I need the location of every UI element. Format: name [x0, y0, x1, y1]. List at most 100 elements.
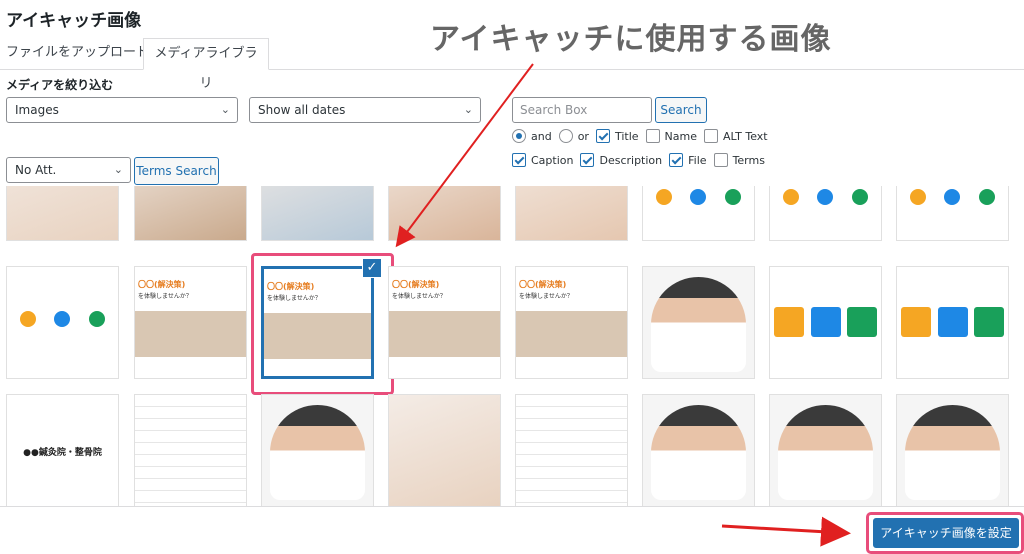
radio-and[interactable]: [512, 129, 526, 143]
circle-icon: [783, 189, 800, 205]
green-block: [847, 307, 877, 337]
clinic-name-thumbnail: ●●鍼灸院・整骨院: [23, 448, 102, 458]
search-options-row-2: Caption Description File Terms: [512, 153, 772, 167]
circle-icon: [817, 189, 834, 205]
media-thumbnail[interactable]: [6, 266, 119, 379]
banner-title: 〇〇(解決策): [392, 280, 440, 289]
circle-icon: [656, 189, 673, 205]
media-thumbnail[interactable]: [896, 186, 1009, 241]
checkbox-description[interactable]: [580, 153, 595, 167]
photo-thumbnail: [262, 186, 373, 240]
portrait-figure: [651, 405, 746, 500]
banner-photo: [389, 311, 500, 357]
date-value: Show all dates: [258, 103, 346, 117]
checkbox-file[interactable]: [669, 153, 684, 167]
media-thumbnail[interactable]: [261, 186, 374, 241]
option-label: Name: [664, 129, 697, 143]
media-thumbnail[interactable]: [642, 394, 755, 506]
media-grid: 〇〇(解決策) を体験しませんか？ 〇〇(解決策) を体験しませんか？ ✓ 〇〇(解決策)…: [6, 186, 1024, 506]
icon-set-thumbnail: [774, 189, 877, 205]
media-thumbnail[interactable]: [261, 394, 374, 506]
chart-thumbnail: [135, 395, 246, 506]
option-label: ALT Text: [723, 129, 768, 143]
media-thumbnail[interactable]: 〇〇(解決策) を体験しませんか？: [388, 266, 501, 379]
circle-icon: [54, 311, 71, 327]
checkbox-terms[interactable]: [713, 153, 728, 167]
option-and[interactable]: and: [512, 129, 555, 143]
portrait-figure: [270, 405, 365, 500]
circle-icon: [690, 189, 707, 205]
photo-thumbnail: [135, 186, 246, 240]
option-name[interactable]: Name: [645, 129, 700, 143]
option-alt-text[interactable]: ALT Text: [704, 129, 771, 143]
set-featured-image-button[interactable]: アイキャッチ画像を設定: [873, 518, 1019, 548]
circle-icon: [724, 189, 741, 205]
tab-upload-files[interactable]: ファイルをアップロード: [0, 38, 155, 70]
media-thumbnail[interactable]: [388, 394, 501, 506]
media-thumbnail[interactable]: 〇〇(解決策) を体験しませんか？: [515, 266, 628, 379]
circle-icon: [88, 311, 105, 327]
photo-thumbnail: [389, 395, 500, 506]
media-thumbnail[interactable]: 〇〇(解決策) を体験しませんか？: [134, 266, 247, 379]
option-label: Terms: [732, 153, 765, 167]
option-label: Caption: [531, 153, 574, 167]
option-label: or: [577, 129, 589, 143]
orange-block: [901, 307, 931, 337]
option-description[interactable]: Description: [580, 153, 665, 167]
photo-thumbnail: [7, 186, 118, 240]
portrait-figure: [905, 405, 1000, 500]
search-button[interactable]: Search: [655, 97, 707, 123]
media-thumbnail[interactable]: [769, 394, 882, 506]
date-select[interactable]: Show all dates ⌄: [249, 97, 481, 123]
option-caption[interactable]: Caption: [512, 153, 576, 167]
checkbox-name[interactable]: [645, 129, 660, 143]
option-terms[interactable]: Terms: [713, 153, 768, 167]
orange-block: [774, 307, 804, 337]
chevron-down-icon: ⌄: [463, 103, 473, 116]
banner-title: 〇〇(解決策): [519, 280, 567, 289]
terms-search-button[interactable]: Terms Search: [134, 157, 219, 185]
media-thumbnail[interactable]: [769, 266, 882, 379]
option-title[interactable]: Title: [595, 129, 642, 143]
media-thumbnail[interactable]: [515, 394, 628, 506]
search-input[interactable]: [512, 97, 652, 123]
color-buttons-thumbnail: [901, 307, 1004, 337]
banner-thumbnail: 〇〇(解決策) を体験しませんか？: [516, 267, 627, 378]
portrait-figure: [778, 405, 873, 500]
option-file[interactable]: File: [669, 153, 709, 167]
color-buttons-thumbnail: [774, 307, 877, 337]
media-thumbnail[interactable]: [515, 186, 628, 241]
media-type-value: Images: [15, 103, 59, 117]
banner-thumbnail: 〇〇(解決策) を体験しませんか？: [135, 267, 246, 378]
media-thumbnail[interactable]: [388, 186, 501, 241]
media-type-select[interactable]: Images ⌄: [6, 97, 238, 123]
photo-thumbnail: [389, 186, 500, 240]
media-thumbnail[interactable]: [642, 186, 755, 241]
checkbox-caption[interactable]: [512, 153, 526, 167]
banner-subtitle: を体験しませんか？: [392, 293, 446, 300]
circle-icon: [978, 189, 995, 205]
category-select[interactable]: No Att. Categories ⌄: [6, 157, 131, 201]
media-thumbnail[interactable]: [769, 186, 882, 241]
chevron-down-icon: ⌄: [113, 163, 123, 176]
blue-block: [937, 307, 968, 337]
media-thumbnail[interactable]: ●●鍼灸院・整骨院: [6, 394, 119, 506]
media-thumbnail[interactable]: [134, 394, 247, 506]
option-or[interactable]: or: [558, 129, 592, 143]
blue-block: [810, 307, 841, 337]
media-thumbnail[interactable]: [642, 266, 755, 379]
circle-icon: [851, 189, 868, 205]
media-thumbnail[interactable]: [896, 394, 1009, 506]
radio-or[interactable]: [558, 129, 573, 143]
modal-title: アイキャッチ画像: [6, 11, 142, 31]
checkbox-alt-text[interactable]: [704, 129, 718, 143]
checkbox-title[interactable]: [595, 129, 610, 143]
option-label: File: [688, 153, 707, 167]
media-thumbnail[interactable]: [134, 186, 247, 241]
icon-set-thumbnail: [901, 189, 1004, 205]
annotation-caption: アイキャッチに使用する画像: [430, 22, 832, 57]
media-thumbnail[interactable]: [896, 266, 1009, 379]
media-thumbnail[interactable]: [6, 186, 119, 241]
tab-media-library[interactable]: メディアライブラリ: [143, 38, 269, 91]
selected-check-icon[interactable]: ✓: [362, 258, 382, 278]
